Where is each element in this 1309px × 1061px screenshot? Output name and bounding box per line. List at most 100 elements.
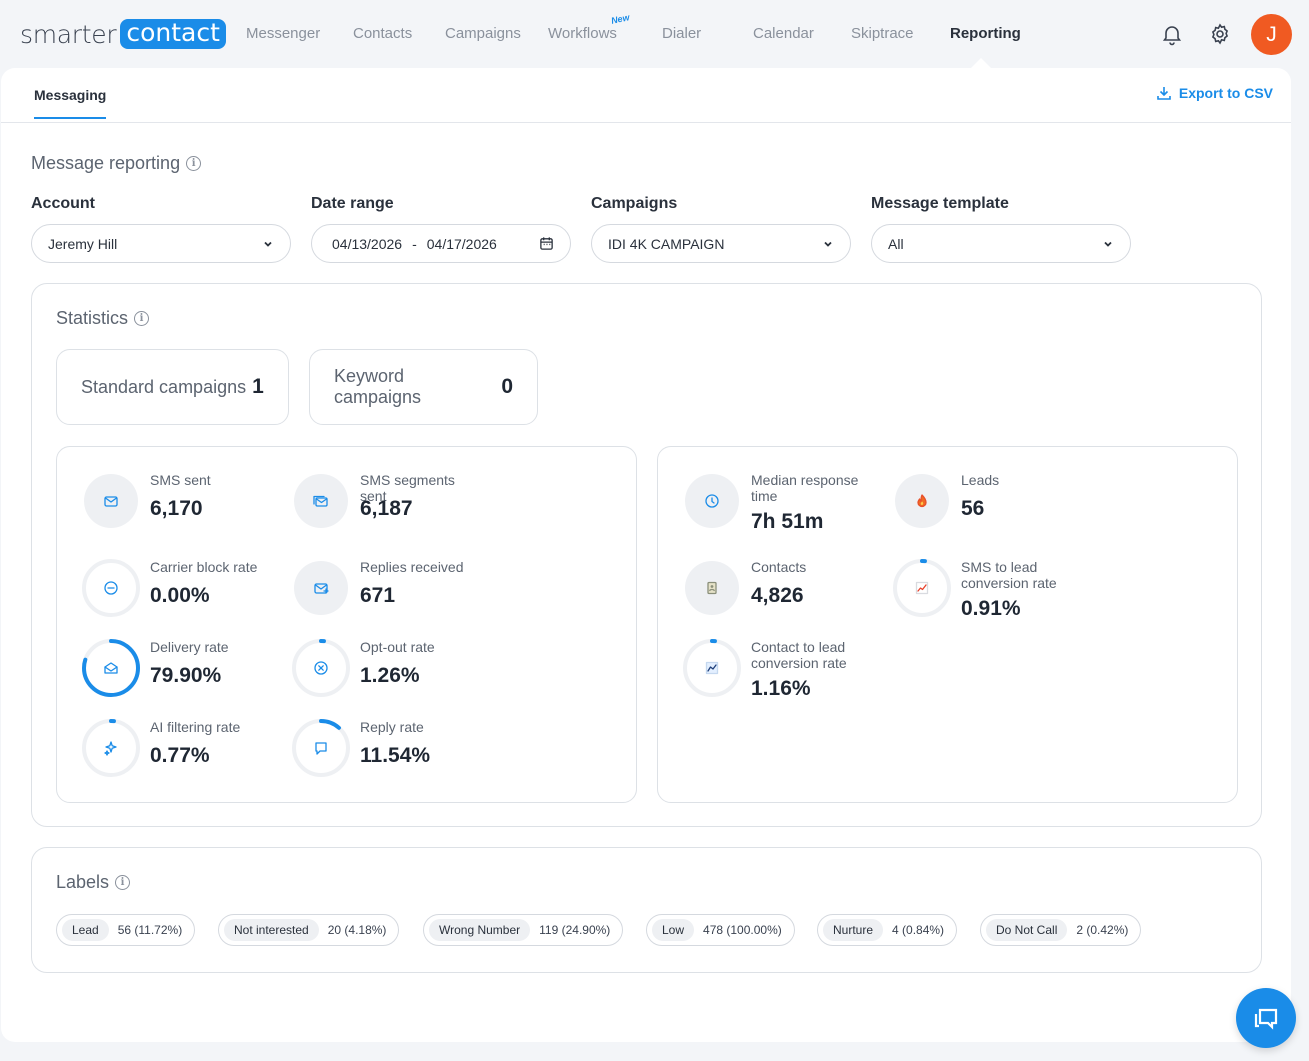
campaigns-select[interactable]: IDI 4K CAMPAIGN xyxy=(591,224,851,263)
labels-panel: Labels i Lead 56 (11.72%) Not interested 20… xyxy=(31,847,1262,973)
campaigns-label: Campaigns xyxy=(591,195,678,212)
campaigns-value: IDI 4K CAMPAIGN xyxy=(608,235,725,252)
label-chip-tag: Nurture xyxy=(823,919,884,941)
conversion-stats-box: Median response time 7h 51m Leads 56 Contact… xyxy=(657,446,1238,803)
stat-value: 0.77% xyxy=(150,744,210,767)
block-icon xyxy=(82,559,140,617)
stat-label: Contact to lead conversion rate xyxy=(751,639,847,671)
stat-label: SMS sent xyxy=(150,472,211,488)
new-badge: New xyxy=(610,12,631,26)
messaging-stats-box: SMS sent 6,170 SMS segments sent 6,187 Carri… xyxy=(56,446,637,803)
stat-leads: Leads 56 xyxy=(891,470,1101,540)
stat-value: 6,170 xyxy=(150,497,203,520)
statistics-text: Statistics xyxy=(56,308,129,328)
stat-value: 79.90% xyxy=(150,664,222,687)
label-chip-count: 478 (100.00%) xyxy=(703,923,782,937)
sparkle-icon xyxy=(82,719,140,777)
stat-value: 0.91% xyxy=(961,597,1021,620)
nav-reporting[interactable]: Reporting xyxy=(950,25,1021,42)
nav-dialer[interactable]: Dialer xyxy=(662,25,701,42)
nav-messenger[interactable]: Messenger xyxy=(246,25,320,42)
standard-campaigns-card[interactable]: Standard campaigns 1 xyxy=(56,349,289,425)
info-icon[interactable]: i xyxy=(134,311,150,326)
template-value: All xyxy=(888,235,904,252)
top-nav: smarter contact Messenger Contacts Campa… xyxy=(0,0,1309,68)
nav-calendar[interactable]: Calendar xyxy=(753,25,814,42)
fire-icon xyxy=(895,474,949,528)
nav-workflows[interactable]: Workflows xyxy=(548,25,617,42)
stat-value: 7h 51m xyxy=(751,510,824,533)
info-icon[interactable]: i xyxy=(115,875,131,890)
date-range-picker[interactable]: 04/13/2026 - 04/17/2026 xyxy=(311,224,571,263)
label-chip-count: 119 (24.90%) xyxy=(539,923,611,937)
date-separator: - xyxy=(412,235,417,252)
label-chip-tag: Wrong Number xyxy=(429,919,531,941)
info-icon[interactable]: i xyxy=(186,156,202,171)
tab-messaging[interactable]: Messaging xyxy=(34,87,107,119)
chat-bubbles-icon xyxy=(1254,1008,1278,1030)
stat-label: SMS to lead conversion rate xyxy=(961,559,1057,591)
label-chip-count: 4 (0.84%) xyxy=(892,923,945,937)
stat-sms-segments-sent: SMS segments sent 6,187 xyxy=(290,470,500,540)
stat-contact-to-lead-conversion-rate: Contact to lead conversion rate 1.16% xyxy=(681,637,891,707)
envelope-icon xyxy=(84,474,138,528)
stat-label: Reply rate xyxy=(360,719,424,735)
keyword-campaigns-count: 0 xyxy=(501,375,513,398)
label-chip-tag: Do Not Call xyxy=(986,919,1068,941)
label-chip-lead[interactable]: Lead 56 (11.72%) xyxy=(56,914,196,946)
message-template-select[interactable]: All xyxy=(871,224,1131,263)
chat-support-button[interactable] xyxy=(1236,988,1296,1048)
date-from: 04/13/2026 xyxy=(332,235,403,252)
stat-label: Median response time xyxy=(751,472,859,504)
message-template-label: Message template xyxy=(871,195,1009,212)
user-avatar[interactable]: J xyxy=(1251,14,1292,55)
active-nav-caret xyxy=(971,58,991,68)
label-chip-count: 20 (4.18%) xyxy=(327,923,387,937)
envelope-plus-icon xyxy=(294,561,348,615)
label-chip-nurture[interactable]: Nurture 4 (0.84%) xyxy=(817,914,958,946)
label-chip-count: 56 (11.72%) xyxy=(117,923,183,937)
stat-value: 1.16% xyxy=(751,677,811,700)
stat-label: Opt-out rate xyxy=(360,639,435,655)
date-to: 04/17/2026 xyxy=(426,235,497,252)
nav-campaigns[interactable]: Campaigns xyxy=(445,25,521,42)
stat-label: Contacts xyxy=(751,559,807,575)
account-select[interactable]: Jeremy Hill xyxy=(31,224,291,263)
export-csv-label: Export to CSV xyxy=(1178,85,1273,101)
stat-sms-sent: SMS sent 6,170 xyxy=(80,470,290,540)
label-chip-low[interactable]: Low 478 (100.00%) xyxy=(646,914,795,946)
trend-line-icon xyxy=(683,639,741,697)
export-csv-button[interactable]: Export to CSV xyxy=(1156,85,1273,101)
stat-value: 6,187 xyxy=(360,497,413,520)
label-chip-tag: Lead xyxy=(62,919,109,941)
stat-carrier-block-rate: Carrier block rate 0.00% xyxy=(80,557,290,627)
bell-icon[interactable] xyxy=(1160,22,1184,46)
gear-icon[interactable] xyxy=(1208,22,1232,46)
keyword-campaigns-label: Keyword campaigns xyxy=(334,366,422,407)
main-content: Messaging Export to CSV Message reportin… xyxy=(1,68,1291,1042)
label-chip-do-not-call[interactable]: Do Not Call 2 (0.42%) xyxy=(980,914,1142,946)
message-reporting-text: Message reporting xyxy=(31,153,181,173)
keyword-campaigns-card[interactable]: Keyword campaigns 0 xyxy=(309,349,538,425)
stat-value: 1.26% xyxy=(360,664,420,687)
label-chip-not-interested[interactable]: Not interested 20 (4.18%) xyxy=(218,914,400,946)
message-reporting-title: Message reporting i xyxy=(31,153,202,174)
stat-contacts: Contacts 4,826 xyxy=(681,557,891,627)
statistics-title: Statistics i xyxy=(56,308,150,329)
stat-value: 4,826 xyxy=(751,584,804,607)
stat-label: Replies received xyxy=(360,559,464,575)
stat-ai-filtering-rate: AI filtering rate 0.77% xyxy=(80,717,290,787)
label-chip-tag: Not interested xyxy=(224,919,319,941)
stat-value: 11.54% xyxy=(360,744,431,767)
stat-label: Leads xyxy=(961,472,1000,488)
nav-skiptrace[interactable]: Skiptrace xyxy=(851,25,914,42)
logo[interactable]: smarter contact xyxy=(20,19,226,49)
clock-icon xyxy=(685,474,739,528)
label-chip-wrong-number[interactable]: Wrong Number 119 (24.90%) xyxy=(423,914,624,946)
account-label: Account xyxy=(31,195,95,212)
nav-contacts[interactable]: Contacts xyxy=(353,25,412,42)
stat-value: 0.00% xyxy=(150,584,210,607)
labels-title: Labels i xyxy=(56,872,131,893)
label-chip-tag: Low xyxy=(652,919,695,941)
calendar-icon xyxy=(540,237,553,250)
